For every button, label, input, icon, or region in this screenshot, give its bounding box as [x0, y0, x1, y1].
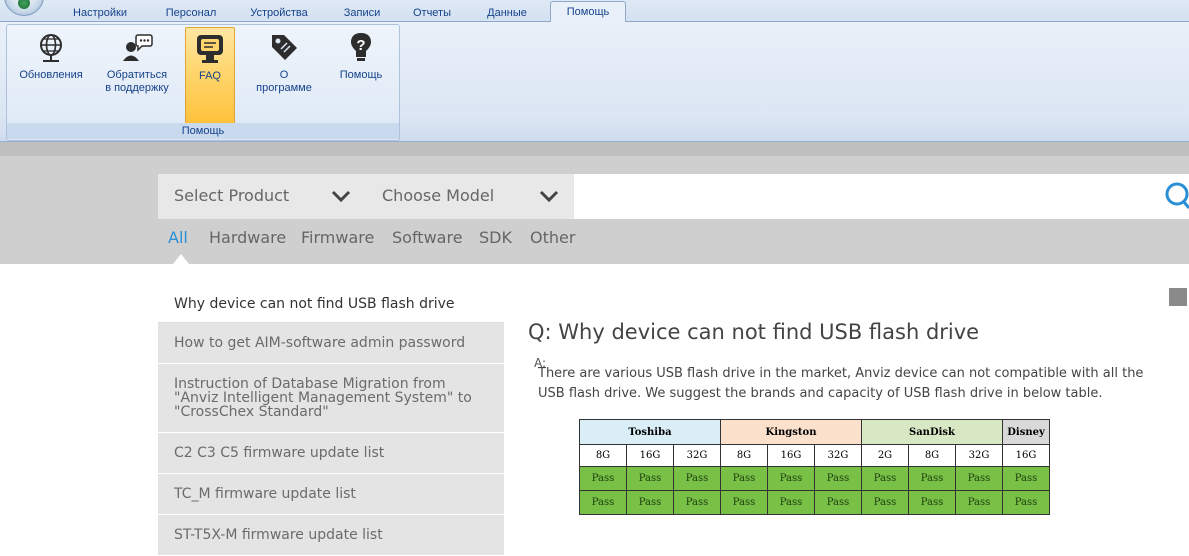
help-label: Помощь [339, 69, 383, 81]
table-cell: Pass [861, 490, 909, 515]
question-title: Why device can not find USB flash drive [558, 320, 980, 344]
table-header-row: Toshiba Kingston SanDisk Disney [579, 419, 1050, 445]
question-item[interactable]: How to get AIM-software admin password [158, 323, 504, 364]
table-cell: Pass [720, 490, 768, 515]
faq-button[interactable]: FAQ [185, 27, 235, 125]
table-cell: Pass [720, 466, 768, 491]
search-input[interactable] [574, 174, 1154, 219]
question-item[interactable]: C2 C3 C5 firmware update list [158, 433, 504, 474]
faq-monitor-icon [197, 35, 223, 63]
tab-settings[interactable]: Настройки [60, 4, 140, 22]
table-cell: 2G [861, 444, 909, 467]
user-support-icon [123, 34, 153, 61]
table-cell: Pass [579, 466, 627, 491]
category-tab-other[interactable]: Other [530, 228, 575, 247]
ribbon-tab-bar: Настройки Персонал Устройства Записи Отч… [0, 0, 1189, 23]
table-cell: 16G [767, 444, 815, 467]
contact-support-button[interactable]: Обратиться в поддержку [97, 27, 177, 125]
table-cell: Pass [814, 490, 862, 515]
table-cell: Pass [955, 466, 1003, 491]
tab-records[interactable]: Записи [334, 4, 390, 22]
answer-question-title: Q: Why device can not find USB flash dri… [528, 320, 1168, 344]
chevron-down-icon[interactable] [330, 187, 352, 205]
ribbon-group-help: Обновления Обратиться в поддержку FAQ О … [6, 24, 400, 141]
table-cell: Pass [908, 466, 956, 491]
question-item[interactable]: Why device can not find USB flash drive [158, 286, 504, 323]
table-cell: Pass [1002, 466, 1050, 491]
table-cell: 32G [955, 444, 1003, 467]
question-item[interactable]: TC_M firmware update list [158, 474, 504, 515]
table-cell: 8G [579, 444, 627, 467]
category-tab-hardware[interactable]: Hardware [209, 228, 286, 247]
filter-bar: Select Product Choose Model [158, 174, 1189, 219]
table-cell: Pass [673, 466, 721, 491]
table-cell: Pass [814, 466, 862, 491]
question-list: Why device can not find USB flash drive … [158, 286, 504, 556]
table-cell: Pass [955, 490, 1003, 515]
answer-panel: Q: Why device can not find USB flash dri… [528, 320, 1168, 401]
ribbon-group-caption: Помощь [7, 123, 399, 139]
table-cell: 16G [626, 444, 674, 467]
tag-icon [272, 35, 297, 60]
usb-compatibility-table: Toshiba Kingston SanDisk Disney 8G 16G 3… [579, 419, 1050, 515]
faq-page: Select Product Choose Model All Hardware… [0, 142, 1189, 556]
table-brand-cell: SanDisk [861, 419, 1003, 445]
table-cell: Pass [579, 490, 627, 515]
select-box-group: Select Product Choose Model [158, 174, 574, 219]
tab-personnel[interactable]: Персонал [158, 4, 224, 22]
table-cell: 32G [673, 444, 721, 467]
category-tab-sdk[interactable]: SDK [479, 228, 512, 247]
category-tab-firmware[interactable]: Firmware [301, 228, 374, 247]
table-cell: Pass [767, 490, 815, 515]
table-cell: Pass [626, 466, 674, 491]
table-row: 8G 16G 32G 8G 16G 32G 2G 8G 32G 16G [579, 444, 1050, 467]
table-row: Pass Pass Pass Pass Pass Pass Pass Pass … [579, 490, 1050, 515]
table-brand-cell: Kingston [720, 419, 862, 445]
select-product-dropdown[interactable]: Select Product [174, 186, 289, 205]
updates-label: Обновления [19, 69, 83, 81]
question-item[interactable]: ST-T5X-M firmware update list [158, 515, 504, 556]
svg-text:?: ? [356, 37, 365, 54]
updates-button[interactable]: Обновления [11, 27, 91, 125]
tab-help[interactable]: Помощь [550, 1, 626, 23]
table-cell: Pass [1002, 490, 1050, 515]
app-menu-button[interactable] [4, 0, 44, 16]
tab-devices[interactable]: Устройства [240, 4, 318, 22]
table-cell: 16G [1002, 444, 1050, 467]
table-cell: Pass [673, 490, 721, 515]
search-icon[interactable] [1157, 179, 1189, 213]
active-tab-indicator [173, 254, 189, 264]
chevron-down-icon[interactable] [538, 187, 560, 205]
table-brand-cell: Disney [1002, 419, 1050, 445]
ribbon-panel: Обновления Обратиться в поддержку FAQ О … [0, 22, 1189, 142]
about-button[interactable]: О программе [247, 27, 321, 125]
help-question-icon: ? [351, 33, 371, 61]
faq-label: FAQ [198, 70, 221, 82]
help-button[interactable]: ? Помощь [329, 27, 393, 125]
about-label: О программе [256, 69, 312, 94]
table-cell: 8G [908, 444, 956, 467]
contact-support-label: Обратиться в поддержку [105, 69, 169, 94]
table-cell: 8G [720, 444, 768, 467]
expand-icon[interactable] [1169, 288, 1187, 306]
table-cell: Pass [908, 490, 956, 515]
table-cell: 32G [814, 444, 862, 467]
tab-reports[interactable]: Отчеты [402, 4, 462, 22]
globe-icon [40, 34, 62, 62]
question-prefix: Q: [528, 320, 552, 344]
answer-text: There are various USB flash drive in the… [538, 366, 1144, 401]
table-cell: Pass [767, 466, 815, 491]
category-tab-all[interactable]: All [168, 228, 188, 247]
table-row: Pass Pass Pass Pass Pass Pass Pass Pass … [579, 466, 1050, 491]
table-cell: Pass [861, 466, 909, 491]
choose-model-dropdown[interactable]: Choose Model [382, 186, 494, 205]
header-divider [0, 142, 1189, 156]
tab-data[interactable]: Данные [474, 4, 540, 22]
category-tab-software[interactable]: Software [392, 228, 463, 247]
table-brand-cell: Toshiba [579, 419, 721, 445]
table-cell: Pass [626, 490, 674, 515]
question-item[interactable]: Instruction of Database Migration from "… [158, 364, 504, 433]
